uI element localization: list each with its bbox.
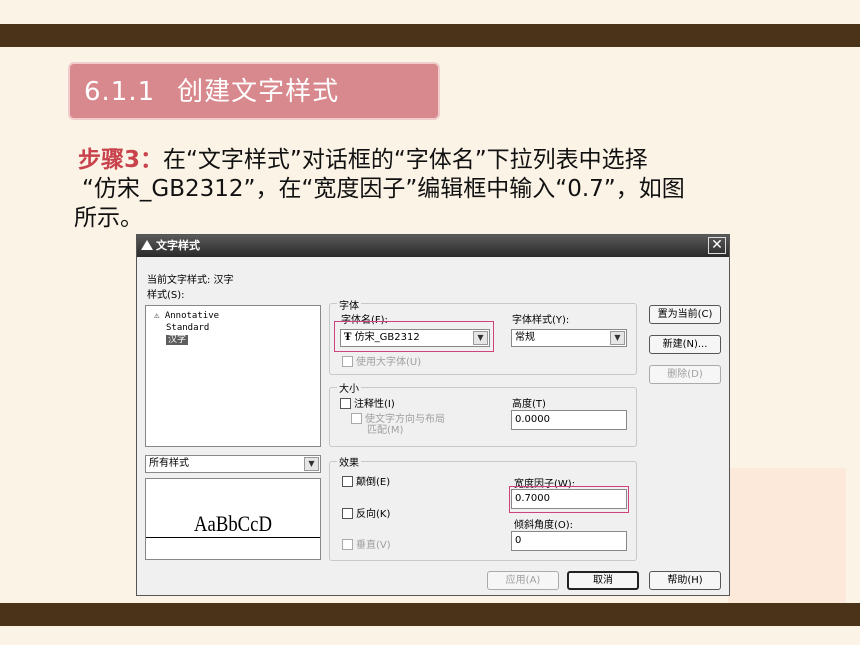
decorative-panel (728, 468, 846, 603)
height-label: 高度(T) (512, 399, 546, 410)
font-name-select[interactable]: Ŧ 仿宋_GB2312 ▼ (340, 329, 490, 347)
height-input[interactable]: 0.0000 (511, 410, 627, 430)
set-current-button[interactable]: 置为当前(C) (649, 305, 721, 324)
step-line-3: 所示。 (74, 205, 143, 231)
list-item[interactable]: Standard (154, 322, 312, 334)
section-title-text: 创建文字样式 (177, 77, 340, 107)
backwards-checkbox[interactable]: 反向(K) (342, 505, 390, 520)
bottom-band (0, 603, 860, 626)
step-instructions: 步骤3：在“文字样式”对话框的“字体名”下拉列表中选择 “仿宋_GB2312”，… (74, 146, 778, 233)
styles-label: 样式(S): (147, 290, 185, 301)
font-style-label: 字体样式(Y): (512, 315, 570, 326)
section-title: 6.1.1 创建文字样式 (68, 62, 440, 120)
dialog-title: 文字样式 (156, 239, 200, 252)
preview-text: AaBbCcD (194, 511, 272, 536)
cancel-button[interactable]: 取消 (567, 571, 639, 590)
oblique-input[interactable]: 0 (511, 531, 627, 551)
font-style-select[interactable]: 常规 ▼ (511, 329, 627, 347)
chevron-down-icon: ▼ (473, 331, 488, 345)
text-style-dialog: 文字样式 ✕ 当前文字样式: 汉字 样式(S): ⚠ Annotative St… (136, 234, 730, 596)
font-group-label: 字体 (337, 297, 361, 312)
styles-list[interactable]: ⚠ Annotative Standard 汉字 (145, 305, 321, 447)
annotative-checkbox[interactable]: 注释性(I) (340, 395, 395, 410)
apply-button[interactable]: 应用(A) (487, 571, 559, 590)
big-font-checkbox[interactable]: 使用大字体(U) (342, 353, 421, 368)
app-icon (141, 240, 153, 250)
oblique-label: 倾斜角度(O): (514, 520, 574, 531)
upside-down-checkbox[interactable]: 颠倒(E) (342, 473, 390, 488)
step-line-1: 在“文字样式”对话框的“字体名”下拉列表中选择 (163, 147, 648, 173)
match-layout-checkbox[interactable]: 使文字方向与布局 匹配(M) (351, 413, 445, 436)
help-button[interactable]: 帮助(H) (649, 571, 721, 590)
top-band (0, 24, 860, 47)
preview-baseline (146, 537, 320, 538)
size-group-label: 大小 (337, 380, 361, 395)
style-filter-select[interactable]: 所有样式 ▼ (145, 455, 321, 473)
dialog-titlebar[interactable]: 文字样式 ✕ (137, 235, 729, 257)
truetype-icon: Ŧ (344, 332, 352, 343)
font-name-label: 字体名(F): (341, 315, 388, 326)
close-icon[interactable]: ✕ (708, 237, 726, 254)
width-factor-input[interactable]: 0.7000 (511, 489, 627, 509)
width-factor-label: 宽度因子(W): (514, 479, 576, 490)
step-lead: 步骤3： (78, 147, 164, 173)
list-item[interactable]: ⚠ Annotative (154, 310, 312, 322)
list-item[interactable]: 汉字 (154, 334, 312, 346)
current-style-label: 当前文字样式: 汉字 (147, 275, 234, 286)
step-line-2: “仿宋_GB2312”，在“宽度因子”编辑框中输入“0.7”，如图 (82, 176, 685, 202)
effects-group-label: 效果 (337, 454, 361, 469)
style-preview: AaBbCcD (145, 478, 321, 560)
vertical-checkbox[interactable]: 垂直(V) (342, 536, 391, 551)
chevron-down-icon: ▼ (304, 457, 319, 471)
delete-style-button[interactable]: 删除(D) (649, 365, 721, 384)
chevron-down-icon: ▼ (610, 331, 625, 345)
new-style-button[interactable]: 新建(N)... (649, 335, 721, 354)
section-number: 6.1.1 (84, 77, 156, 107)
